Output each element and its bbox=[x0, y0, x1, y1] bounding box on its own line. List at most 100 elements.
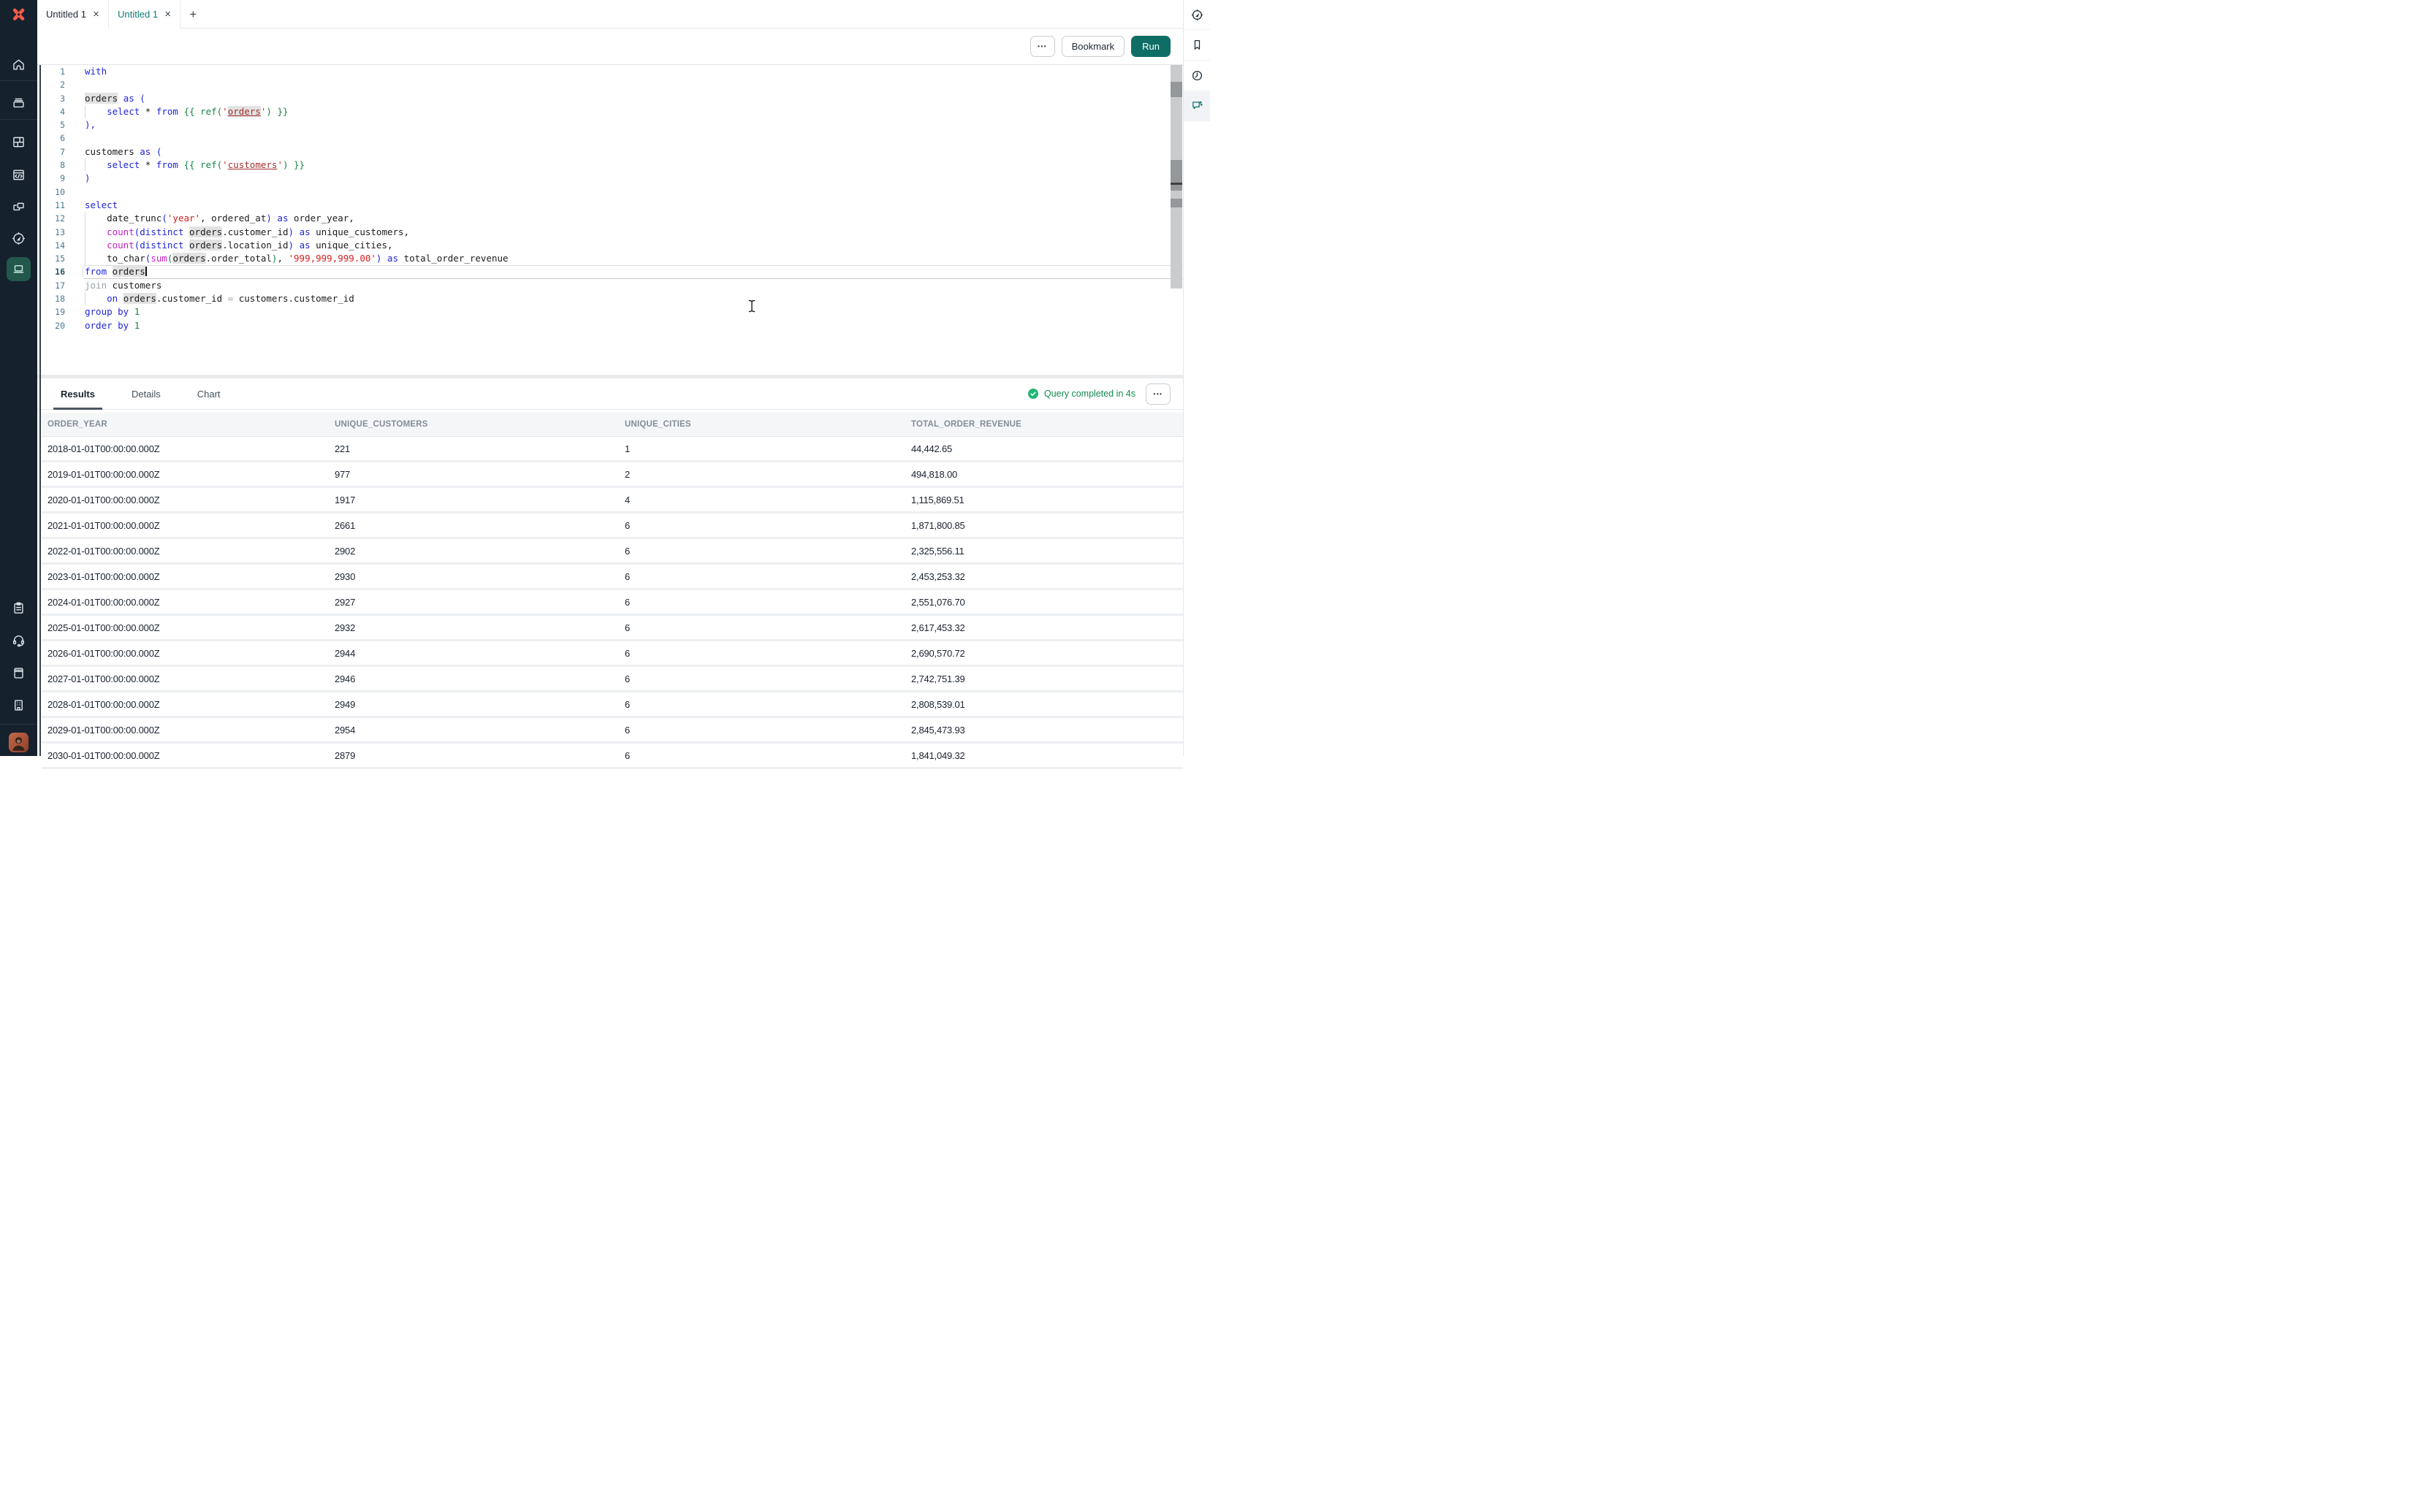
code-line-20[interactable]: 20order by 1 bbox=[37, 319, 1183, 332]
sidebar-item-projects-tray[interactable] bbox=[0, 90, 37, 115]
column-header-total_order_revenue[interactable]: TOTAL_ORDER_REVENUE bbox=[911, 420, 1183, 429]
line-number: 5 bbox=[37, 118, 65, 131]
table-cell: 1 bbox=[625, 443, 911, 454]
code-line-17[interactable]: 17join customers bbox=[37, 279, 1183, 292]
table-row[interactable]: 2020-01-01T00:00:00.000Z191741,115,869.5… bbox=[42, 488, 1183, 513]
sidebar-item-code-window[interactable] bbox=[0, 162, 37, 187]
code-line-11[interactable]: 11select bbox=[37, 199, 1183, 212]
table-cell: 2949 bbox=[335, 699, 625, 710]
sidebar-item-apps-grid[interactable] bbox=[0, 129, 37, 154]
line-number: 14 bbox=[37, 239, 65, 252]
active-item-background bbox=[7, 257, 31, 281]
code-line-13[interactable]: 13 count(distinct orders.customer_id) as… bbox=[37, 226, 1183, 239]
code-line-1[interactable]: 1with bbox=[37, 65, 1183, 78]
table-cell: 2,551,076.70 bbox=[911, 597, 1183, 608]
sidebar-item-home[interactable] bbox=[0, 52, 37, 77]
table-cell: 2024-01-01T00:00:00.000Z bbox=[47, 597, 335, 608]
results-more-button[interactable]: ••• bbox=[1146, 383, 1171, 405]
code-line-10[interactable]: 10 bbox=[37, 186, 1183, 199]
bookmark-button[interactable]: Bookmark bbox=[1062, 36, 1125, 57]
code-line-3[interactable]: 3orders as ( bbox=[37, 92, 1183, 105]
table-cell: 2030-01-01T00:00:00.000Z bbox=[47, 750, 335, 761]
magic-chat-icon bbox=[1190, 99, 1204, 112]
table-row[interactable]: 2028-01-01T00:00:00.000Z294962,808,539.0… bbox=[42, 692, 1183, 718]
table-row[interactable]: 2025-01-01T00:00:00.000Z293262,617,453.3… bbox=[42, 616, 1183, 641]
table-cell: 2,690,570.72 bbox=[911, 648, 1183, 659]
code-text: count(distinct orders.customer_id) as un… bbox=[65, 226, 409, 239]
more-options-button[interactable]: ••• bbox=[1030, 36, 1055, 57]
table-cell: 6 bbox=[625, 520, 911, 531]
table-row[interactable]: 2027-01-01T00:00:00.000Z294662,742,751.3… bbox=[42, 667, 1183, 692]
results-table: ORDER_YEARUNIQUE_CUSTOMERSUNIQUE_CITIEST… bbox=[42, 413, 1183, 769]
user-avatar[interactable] bbox=[9, 733, 28, 752]
table-row[interactable]: 2026-01-01T00:00:00.000Z294462,690,570.7… bbox=[42, 641, 1183, 667]
table-cell: 6 bbox=[625, 750, 911, 761]
tab-details[interactable]: Details bbox=[127, 378, 165, 410]
column-header-unique_cities[interactable]: UNIQUE_CITIES bbox=[625, 420, 911, 429]
column-header-order_year[interactable]: ORDER_YEAR bbox=[47, 420, 335, 429]
code-line-2[interactable]: 2 bbox=[37, 78, 1183, 91]
table-row[interactable]: 2021-01-01T00:00:00.000Z266161,871,800.8… bbox=[42, 513, 1183, 539]
new-tab-button[interactable]: + bbox=[180, 0, 205, 28]
table-cell: 2,617,453.32 bbox=[911, 622, 1183, 633]
code-line-4[interactable]: 4 select * from {{ ref('orders') }} bbox=[37, 105, 1183, 118]
code-line-8[interactable]: 8 select * from {{ ref('customers') }} bbox=[37, 159, 1183, 172]
tab-bar: Untitled 1 ✕ Untitled 1 ✕ + bbox=[37, 0, 1183, 28]
table-row[interactable]: 2018-01-01T00:00:00.000Z221144,442.65 bbox=[42, 437, 1183, 462]
sidebar-item-linked-windows[interactable] bbox=[0, 195, 37, 220]
code-line-6[interactable]: 6 bbox=[37, 131, 1183, 145]
code-line-15[interactable]: 15 to_char(sum(orders.order_total), '999… bbox=[37, 252, 1183, 265]
code-text: orders as ( bbox=[65, 92, 145, 105]
projects-tray-icon bbox=[11, 95, 26, 110]
column-header-unique_customers[interactable]: UNIQUE_CUSTOMERS bbox=[335, 420, 625, 429]
table-cell: 2954 bbox=[335, 725, 625, 736]
sql-editor[interactable]: 1with23orders as (4 select * from {{ ref… bbox=[37, 65, 1183, 375]
sidebar-item-terminal[interactable] bbox=[0, 256, 37, 281]
tab-chart[interactable]: Chart bbox=[193, 378, 225, 410]
sidebar-item-clipboard[interactable] bbox=[0, 595, 37, 620]
documentation-book-icon bbox=[11, 665, 26, 681]
table-row[interactable]: 2029-01-01T00:00:00.000Z295462,845,473.9… bbox=[42, 718, 1183, 744]
tab-results[interactable]: Results bbox=[56, 378, 99, 410]
sidebar-item-compass[interactable] bbox=[0, 226, 37, 251]
code-line-12[interactable]: 12 date_trunc('year', ordered_at) as ord… bbox=[37, 212, 1183, 225]
code-window-icon bbox=[11, 167, 26, 183]
code-line-7[interactable]: 7customers as ( bbox=[37, 145, 1183, 159]
code-line-5[interactable]: 5), bbox=[37, 118, 1183, 131]
sidebar-item-support-headset[interactable] bbox=[0, 627, 37, 652]
editor-scrollbar-thumb[interactable] bbox=[1171, 82, 1182, 97]
rail-item-bookmark[interactable] bbox=[1184, 31, 1210, 61]
line-number: 2 bbox=[37, 78, 65, 91]
code-line-9[interactable]: 9) bbox=[37, 172, 1183, 185]
table-row[interactable]: 2024-01-01T00:00:00.000Z292762,551,076.7… bbox=[42, 590, 1183, 616]
code-line-19[interactable]: 19group by 1 bbox=[37, 305, 1183, 318]
table-row[interactable]: 2022-01-01T00:00:00.000Z290262,325,556.1… bbox=[42, 539, 1183, 565]
tab-untitled-2[interactable]: Untitled 1 ✕ bbox=[109, 0, 180, 28]
table-row[interactable]: 2030-01-01T00:00:00.000Z287961,841,049.3… bbox=[42, 744, 1183, 769]
code-line-16[interactable]: 16from orders bbox=[37, 265, 1183, 278]
app-window: Untitled 1 ✕ Untitled 1 ✕ + ••• Bookmark… bbox=[0, 0, 1210, 756]
code-line-14[interactable]: 14 count(distinct orders.location_id) as… bbox=[37, 239, 1183, 252]
rail-item-history-clock[interactable] bbox=[1184, 61, 1210, 91]
table-cell: 1917 bbox=[335, 495, 625, 505]
code-line-18[interactable]: 18 on orders.customer_id = customers.cus… bbox=[37, 292, 1183, 305]
table-cell: 1,871,800.85 bbox=[911, 520, 1183, 531]
hex-logo-icon[interactable] bbox=[0, 4, 37, 25]
sidebar-item-documentation-book[interactable] bbox=[0, 660, 37, 685]
close-icon[interactable]: ✕ bbox=[93, 9, 99, 19]
table-cell: 977 bbox=[335, 469, 625, 480]
close-icon[interactable]: ✕ bbox=[164, 9, 171, 19]
rail-item-magic-chat[interactable] bbox=[1184, 91, 1210, 121]
table-row[interactable]: 2023-01-01T00:00:00.000Z293062,453,253.3… bbox=[42, 565, 1183, 590]
table-cell: 2,808,539.01 bbox=[911, 699, 1183, 710]
sidebar-item-organization-building[interactable] bbox=[0, 692, 37, 717]
code-text: ), bbox=[65, 118, 96, 131]
table-cell: 2944 bbox=[335, 648, 625, 659]
table-row[interactable]: 2019-01-01T00:00:00.000Z9772494,818.00 bbox=[42, 462, 1183, 488]
line-number: 9 bbox=[37, 172, 65, 185]
run-button[interactable]: Run bbox=[1131, 36, 1171, 57]
tab-untitled-1[interactable]: Untitled 1 ✕ bbox=[37, 0, 109, 28]
tab-label: Untitled 1 bbox=[46, 9, 86, 20]
rail-item-compass[interactable] bbox=[1184, 0, 1210, 30]
compass-icon bbox=[11, 231, 26, 246]
